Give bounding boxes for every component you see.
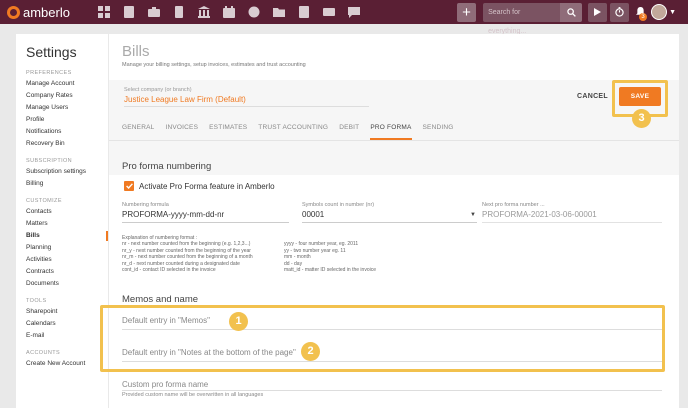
logo-text: amberlo <box>23 4 70 20</box>
memos-highlight-box <box>100 305 665 372</box>
stopwatch-icon <box>615 7 624 17</box>
sidebar-item-manage-account[interactable]: Manage Account <box>16 78 108 90</box>
search-icon <box>566 7 576 17</box>
explanation-line: matt_id - matter ID selected in the invo… <box>284 267 376 274</box>
tab-invoices[interactable]: INVOICES <box>165 122 198 140</box>
next-number-value: PROFORMA-2021-03-06-00001 <box>482 210 597 219</box>
sidebar-section-subscription: SUBSCRIPTION <box>26 158 73 164</box>
sidebar-item-billing[interactable]: Billing <box>16 178 108 190</box>
numbering-formula-underline <box>122 222 289 223</box>
page-subtitle: Manage your billing settings, setup invo… <box>122 62 306 68</box>
sidebar-item-contacts[interactable]: Contacts <box>16 206 108 218</box>
sidebar-section-tools: TOOLS <box>26 298 47 304</box>
numbering-formula-input[interactable]: PROFORMA-yyyy-mm-dd-nr <box>122 210 224 219</box>
documents-icon[interactable] <box>291 0 316 24</box>
page-title: Bills <box>122 43 150 60</box>
amberlo-logo-icon <box>7 5 20 19</box>
callout-number-2: 2 <box>301 342 320 361</box>
callout-number-1: 1 <box>229 312 248 331</box>
custom-pro-forma-name-underline <box>122 390 662 391</box>
custom-pro-forma-name-input[interactable]: Custom pro forma name <box>122 380 208 389</box>
activate-pro-forma-label: Activate Pro Forma feature in Amberlo <box>139 181 275 191</box>
activate-pro-forma-row: Activate Pro Forma feature in Amberlo <box>124 181 275 191</box>
mail-icon[interactable] <box>316 0 341 24</box>
numbering-formula-label: Numbering formula <box>122 202 169 208</box>
company-select-label: Select company (or branch) <box>124 87 192 93</box>
add-new-button[interactable]: + <box>457 2 477 22</box>
sidebar-title: Settings <box>26 44 77 60</box>
sidebar-item-manage-users[interactable]: Manage Users <box>16 102 108 114</box>
next-number-underline <box>482 222 662 223</box>
calendar-icon[interactable] <box>216 0 241 24</box>
contacts-icon[interactable] <box>116 0 141 24</box>
activate-pro-forma-checkbox[interactable] <box>124 181 134 191</box>
explanation-line: cont_id - contact ID selected in the inv… <box>122 267 216 274</box>
sidebar-item-notifications[interactable]: Notifications <box>16 126 108 138</box>
bills-icon[interactable] <box>166 0 191 24</box>
chat-icon[interactable] <box>341 0 366 24</box>
folder-icon[interactable] <box>266 0 291 24</box>
explanation-line: nr_m - next number counted from the begi… <box>122 254 253 261</box>
notification-count-badge: 3 <box>639 12 648 21</box>
notifications-button[interactable]: 3 <box>632 3 648 22</box>
start-timer-button[interactable] <box>588 2 608 22</box>
numbering-explanation-right: yyyy - four number year, eg. 2011 yy - t… <box>284 241 376 273</box>
sidebar-item-activities[interactable]: Activities <box>16 254 108 266</box>
sidebar-section-preferences: PREFERENCES <box>26 70 72 76</box>
checkmark-icon <box>125 183 133 189</box>
sidebar-item-planning[interactable]: Planning <box>16 242 108 254</box>
sidebar-item-calendars[interactable]: Calendars <box>16 318 108 330</box>
sidebar-item-recovery-bin[interactable]: Recovery Bin <box>16 138 108 150</box>
sidebar-item-subscription-settings[interactable]: Subscription settings <box>16 166 108 178</box>
settings-sidebar: Settings PREFERENCES Manage Account Comp… <box>16 34 108 408</box>
sidebar-item-company-rates[interactable]: Company Rates <box>16 90 108 102</box>
search-button[interactable] <box>560 2 583 22</box>
global-search-input[interactable]: Search for everything... <box>483 2 561 35</box>
play-icon <box>594 8 602 16</box>
memos-and-name-heading: Memos and name <box>122 294 199 305</box>
pro-forma-numbering-heading: Pro forma numbering <box>122 161 212 172</box>
sidebar-item-create-new-account[interactable]: Create New Account <box>16 358 108 370</box>
tabs-divider <box>109 140 679 141</box>
top-bar-actions: + Search for everything... 3 ▼ <box>457 0 688 35</box>
company-select[interactable]: Justice League Law Firm (Default) <box>124 95 246 104</box>
tab-estimates[interactable]: ESTIMATES <box>209 122 247 140</box>
tab-general[interactable]: GENERAL <box>122 122 154 140</box>
bills-tabs: GENERAL INVOICES ESTIMATES TRUST ACCOUNT… <box>122 122 465 140</box>
symbols-count-dropdown-icon[interactable]: ▼ <box>470 212 476 218</box>
stopwatch-button[interactable] <box>610 2 630 22</box>
tab-trust-accounting[interactable]: TRUST ACCOUNTING <box>258 122 328 140</box>
sidebar-item-documents[interactable]: Documents <box>16 278 108 290</box>
next-number-label: Next pro forma number ... <box>482 202 545 208</box>
sidebar-item-profile[interactable]: Profile <box>16 114 108 126</box>
top-navigation-bar: amberlo + Search for everything... 3 ▼ <box>0 0 688 35</box>
sidebar-item-bills[interactable]: Bills <box>16 230 108 242</box>
symbols-count-select[interactable]: 00001 <box>302 210 324 219</box>
tab-pro-forma[interactable]: PRO FORMA <box>370 122 412 140</box>
sidebar-section-customize: CUSTOMIZE <box>26 198 62 204</box>
sidebar-item-email[interactable]: E-mail <box>16 330 108 342</box>
sidebar-item-contracts[interactable]: Contracts <box>16 266 108 278</box>
sidebar-item-sharepoint[interactable]: Sharepoint <box>16 306 108 318</box>
explanation-line: nr - next number counted from the beginn… <box>122 241 251 248</box>
numbering-explanation-left: Explanation of numbering format : nr - n… <box>122 235 253 273</box>
dashboard-icon[interactable] <box>91 0 116 24</box>
tab-debit[interactable]: DEBIT <box>339 122 359 140</box>
sidebar-item-matters[interactable]: Matters <box>16 218 108 230</box>
symbols-count-label: Symbols count in number (nr) <box>302 202 375 208</box>
amberlo-logo[interactable]: amberlo <box>7 5 91 20</box>
timer-history-icon[interactable] <box>241 0 266 24</box>
bank-icon[interactable] <box>191 0 216 24</box>
nav-icon-group <box>91 0 366 24</box>
briefcase-icon[interactable] <box>141 0 166 24</box>
cancel-button[interactable]: CANCEL <box>577 93 608 100</box>
sidebar-section-accounts: ACCOUNTS <box>26 350 61 356</box>
symbols-count-underline <box>302 222 477 223</box>
user-avatar[interactable] <box>651 4 668 20</box>
chevron-down-icon[interactable]: ▼ <box>669 9 676 16</box>
custom-name-hint: Provided custom name will be overwritten… <box>122 392 264 398</box>
tab-sending[interactable]: SENDING <box>423 122 454 140</box>
company-select-underline <box>124 106 369 107</box>
callout-number-3: 3 <box>632 109 651 128</box>
